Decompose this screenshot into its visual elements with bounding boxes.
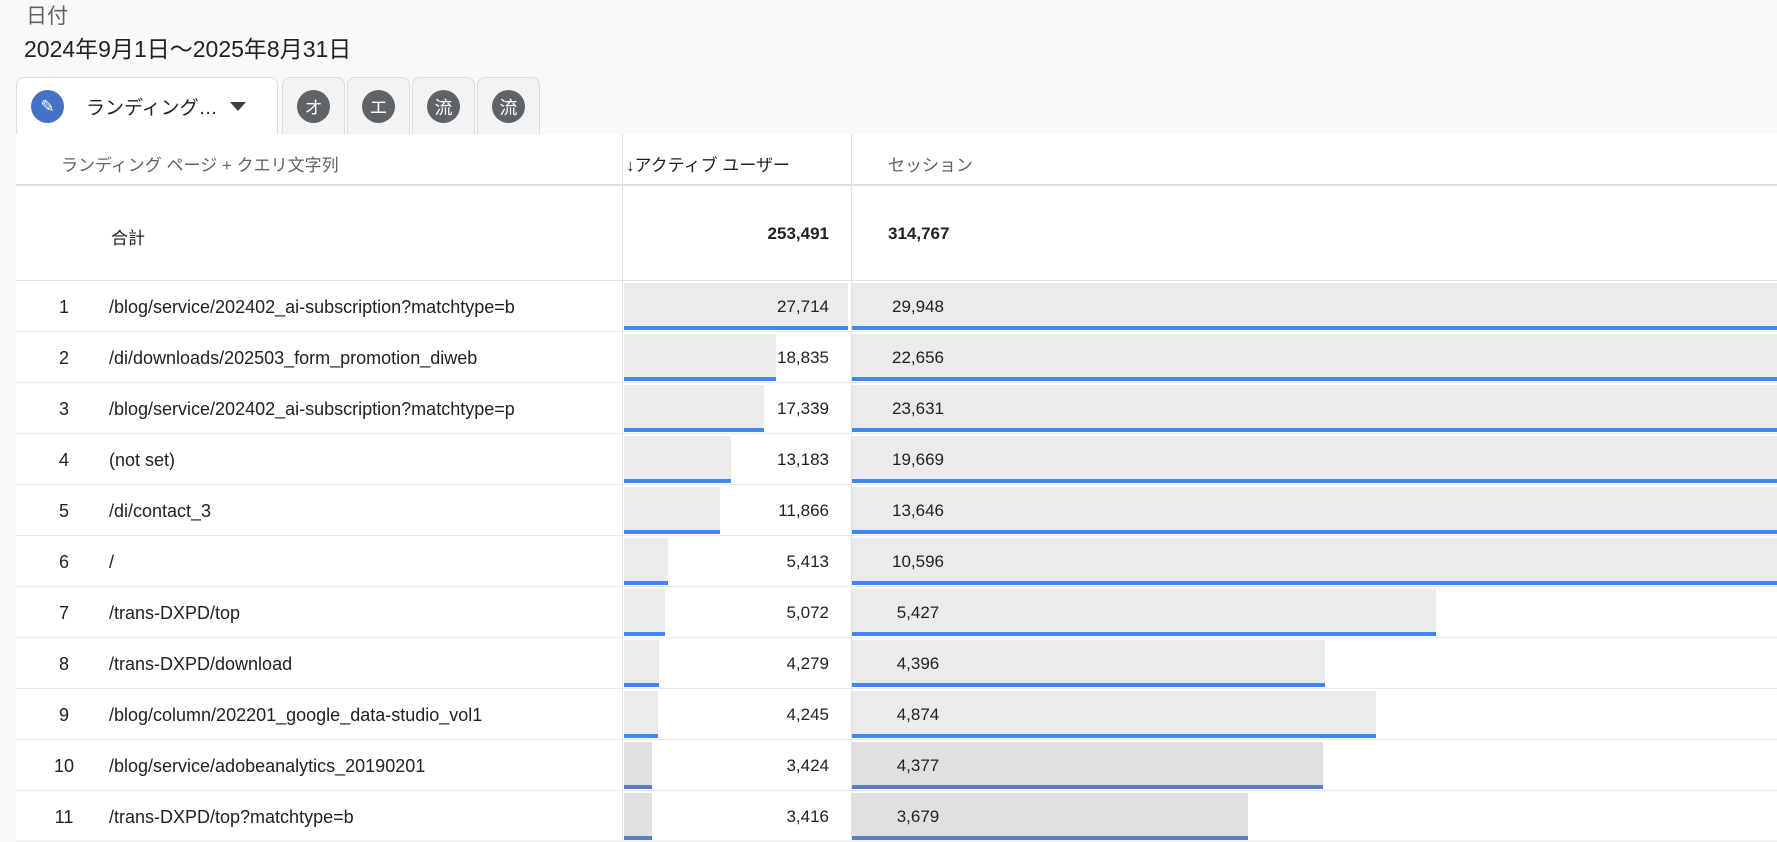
row-landing-page[interactable]: /di/contact_3 — [109, 501, 211, 522]
active-users-bar — [624, 589, 665, 636]
row-rank: 6 — [58, 552, 69, 572]
dropdown-caret-icon[interactable] — [230, 102, 246, 111]
row-landing-page[interactable]: (not set) — [109, 450, 175, 471]
active-users-bar — [624, 640, 659, 687]
row-sessions: 13,646 — [892, 501, 944, 520]
row-active-users: 11,866 — [778, 501, 829, 520]
table-row[interactable]: 8 /trans-DXPD/download 4,279 4,396 — [16, 638, 1777, 689]
row-rank: 4 — [58, 450, 69, 470]
table-row[interactable]: 3 /blog/service/202402_ai-subscription?m… — [16, 383, 1777, 434]
tab-avatar-icon: オ — [297, 90, 330, 123]
table-row[interactable]: 9 /blog/column/202201_google_data-studio… — [16, 689, 1777, 740]
row-sessions: 4,874 — [896, 705, 940, 724]
date-filter-label: 日付 — [26, 5, 68, 28]
row-active-users: 17,339 — [777, 399, 829, 418]
tab-landing-page[interactable]: ✎ ランディング… — [16, 77, 278, 135]
tab-2[interactable]: オ — [282, 77, 345, 135]
row-active-users: 5,413 — [786, 552, 829, 571]
sessions-bar — [852, 487, 1777, 534]
row-landing-page[interactable]: /trans-DXPD/download — [109, 654, 292, 675]
table-row[interactable]: 2 /di/downloads/202503_form_promotion_di… — [16, 332, 1777, 383]
row-active-users: 5,072 — [786, 603, 829, 622]
sessions-bar — [852, 385, 1777, 432]
active-users-bar — [624, 487, 720, 534]
active-users-bar — [624, 691, 658, 738]
header-active-users[interactable]: ↓アクティブ ユーザー — [626, 151, 790, 176]
row-sessions: 19,669 — [892, 450, 944, 469]
active-users-bar — [624, 436, 731, 483]
row-active-users: 4,245 — [786, 705, 829, 724]
row-active-users: 3,424 — [786, 756, 829, 775]
tab-avatar-icon: 流 — [492, 90, 525, 123]
row-landing-page[interactable]: /di/downloads/202503_form_promotion_diwe… — [109, 348, 477, 369]
active-users-bar — [624, 538, 668, 585]
row-rank: 9 — [58, 705, 69, 725]
tab-3[interactable]: エ — [347, 77, 410, 135]
date-range[interactable]: 2024年9月1日～2025年8月31日 — [24, 30, 351, 64]
row-sessions: 22,656 — [892, 348, 944, 367]
active-users-bar — [624, 793, 652, 840]
row-sessions: 4,396 — [896, 654, 940, 673]
total-sessions: 314,767 — [888, 224, 950, 243]
sessions-bar — [852, 436, 1777, 483]
row-sessions: 10,596 — [892, 552, 944, 571]
table-row[interactable]: 7 /trans-DXPD/top 5,072 5,427 — [16, 587, 1777, 638]
row-landing-page[interactable]: /blog/service/202402_ai-subscription?mat… — [109, 297, 515, 318]
row-landing-page[interactable]: /trans-DXPD/top?matchtype=b — [109, 807, 354, 828]
row-active-users: 13,183 — [777, 450, 829, 469]
row-sessions: 4,377 — [896, 756, 940, 775]
row-landing-page[interactable]: /trans-DXPD/top — [109, 603, 240, 624]
total-row: 合計 253,491 314,767 — [16, 186, 1777, 281]
row-landing-page[interactable]: /blog/service/202402_ai-subscription?mat… — [109, 399, 515, 420]
row-rank: 2 — [58, 348, 69, 368]
row-active-users: 18,835 — [777, 348, 829, 367]
header-sessions[interactable]: セッション — [888, 151, 973, 176]
row-active-users: 3,416 — [786, 807, 829, 826]
table-row[interactable]: 1 /blog/service/202402_ai-subscription?m… — [16, 281, 1777, 332]
tab-label: ランディング… — [86, 98, 216, 119]
row-sessions: 5,427 — [896, 603, 940, 622]
row-sessions: 29,948 — [892, 297, 944, 316]
table-tabs: ✎ ランディング… オ エ 流 流 — [16, 77, 542, 135]
tab-5[interactable]: 流 — [477, 77, 540, 135]
row-sessions: 3,679 — [896, 807, 940, 826]
pencil-icon[interactable]: ✎ — [31, 90, 64, 123]
table-row[interactable]: 4 (not set) 13,183 19,669 — [16, 434, 1777, 485]
row-rank: 8 — [58, 654, 69, 674]
row-rank: 3 — [58, 399, 69, 419]
active-users-bar — [624, 742, 652, 789]
tab-avatar-icon: エ — [362, 90, 395, 123]
table-row[interactable]: 5 /di/contact_3 11,866 13,646 — [16, 485, 1777, 536]
sessions-bar — [852, 538, 1777, 585]
row-landing-page[interactable]: / — [109, 552, 114, 573]
table-row[interactable]: 11 /trans-DXPD/top?matchtype=b 3,416 3,6… — [16, 791, 1777, 842]
sessions-bar — [852, 334, 1777, 381]
report-table: ランディング ページ + クエリ文字列 ↓アクティブ ユーザー セッション 合計… — [16, 134, 1777, 842]
total-label: 合計 — [111, 229, 145, 248]
table-row[interactable]: 6 / 5,413 10,596 — [16, 536, 1777, 587]
row-landing-page[interactable]: /blog/column/202201_google_data-studio_v… — [109, 705, 482, 726]
row-rank: 5 — [58, 501, 69, 521]
row-rank: 7 — [58, 603, 69, 623]
table-row[interactable]: 10 /blog/service/adobeanalytics_20190201… — [16, 740, 1777, 791]
row-rank: 11 — [54, 807, 74, 827]
tab-avatar-icon: 流 — [427, 90, 460, 123]
table-header: ランディング ページ + クエリ文字列 ↓アクティブ ユーザー セッション — [16, 134, 1777, 186]
sessions-bar — [852, 283, 1777, 330]
row-active-users: 4,279 — [786, 654, 829, 673]
row-active-users: 27,714 — [777, 297, 829, 316]
tab-4[interactable]: 流 — [412, 77, 475, 135]
row-sessions: 23,631 — [892, 399, 944, 418]
row-landing-page[interactable]: /blog/service/adobeanalytics_20190201 — [109, 756, 425, 777]
row-rank: 1 — [58, 297, 69, 317]
total-active-users: 253,491 — [767, 224, 829, 243]
row-rank: 10 — [53, 756, 75, 776]
header-dimension[interactable]: ランディング ページ + クエリ文字列 — [61, 151, 339, 176]
